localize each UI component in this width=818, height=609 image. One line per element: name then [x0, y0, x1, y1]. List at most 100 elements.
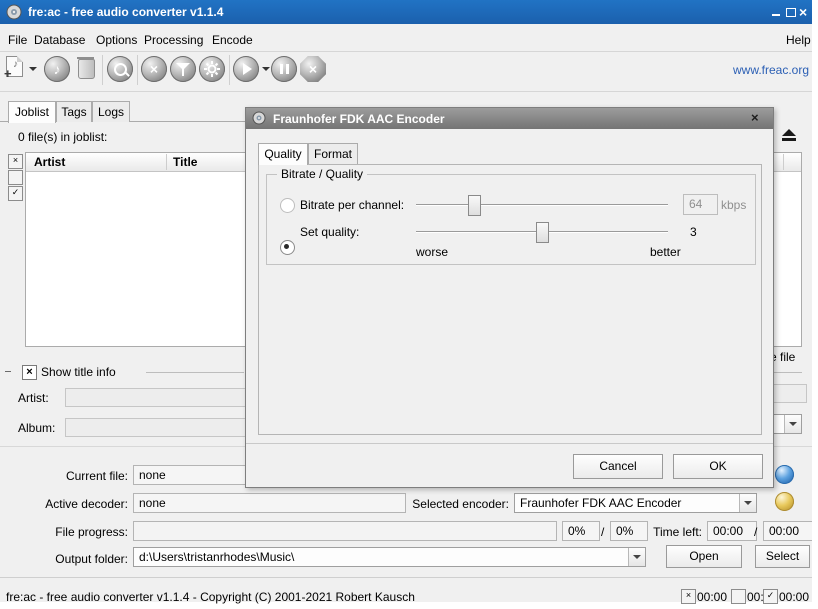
current-file-label: Current file:	[40, 469, 128, 483]
add-files-button[interactable]: + ♪	[6, 56, 23, 77]
bitrate-value-input[interactable]: 64	[683, 194, 718, 215]
select-all-button[interactable]: ×	[8, 154, 23, 169]
selected-encoder-combobox[interactable]: Fraunhofer FDK AAC Encoder	[514, 493, 757, 513]
toolbar-separator	[102, 55, 103, 85]
clear-joblist-button[interactable]	[78, 59, 95, 79]
group-title: Bitrate / Quality	[277, 167, 367, 181]
collapse-dash	[5, 371, 11, 372]
trash-icon	[78, 59, 95, 79]
start-encoding-dropdown-icon[interactable]	[262, 67, 270, 71]
restore-icon[interactable]	[786, 8, 796, 17]
ok-button[interactable]: OK	[673, 454, 763, 479]
eject-icon	[782, 129, 796, 136]
right-combo-fragment[interactable]	[770, 414, 802, 434]
output-folder-combobox[interactable]: d:\Users\tristanrhodes\Music\	[133, 547, 646, 567]
dialog-title-bar: Fraunhofer FDK AAC Encoder ×	[246, 108, 773, 129]
tab-tags[interactable]: Tags	[56, 101, 92, 122]
dialog-close-icon[interactable]: ×	[751, 110, 759, 125]
quality-slider[interactable]	[416, 222, 668, 241]
select-none-time-icon	[731, 589, 746, 604]
column-artist[interactable]: Artist	[34, 153, 65, 171]
column-divider	[783, 154, 784, 170]
play-icon	[243, 63, 252, 75]
divider	[246, 443, 773, 444]
dialog-tab-quality[interactable]: Quality	[258, 143, 308, 165]
slash: /	[754, 525, 757, 539]
tools-icon: ×	[150, 62, 158, 76]
set-quality-label: Set quality:	[300, 225, 359, 239]
select-all-time-icon: ×	[681, 589, 696, 604]
configuration-button[interactable]	[199, 56, 225, 82]
file-progress-bar	[133, 521, 557, 541]
open-button[interactable]: Open	[666, 545, 742, 568]
tab-joblist[interactable]: Joblist	[8, 101, 56, 123]
window-title: fre:ac - free audio converter v1.1.4	[28, 0, 223, 24]
time-left-a: 00:00	[707, 521, 757, 541]
select-none-button[interactable]	[8, 170, 23, 185]
menu-options[interactable]: Options	[94, 31, 139, 49]
toggle-selection-time-icon: ✓	[763, 589, 778, 604]
menu-processing[interactable]: Processing	[142, 31, 205, 49]
select-button[interactable]: Select	[755, 545, 810, 568]
quality-value: 3	[690, 225, 697, 239]
right-field-fragment[interactable]	[770, 384, 807, 403]
column-title[interactable]: Title	[173, 153, 197, 171]
divider	[0, 91, 812, 92]
set-quality-radio[interactable]	[280, 240, 295, 255]
menu-file[interactable]: File	[6, 31, 29, 49]
tab-logs[interactable]: Logs	[92, 101, 130, 122]
output-folder-value: d:\Users\tristanrhodes\Music\	[139, 550, 294, 564]
bitrate-unit: kbps	[721, 198, 746, 212]
output-folder-label: Output folder:	[40, 552, 128, 566]
funnel-icon	[176, 63, 190, 76]
selected-encoder-label: Selected encoder:	[405, 497, 509, 511]
add-files-dropdown-icon[interactable]	[29, 67, 37, 71]
general-settings-button[interactable]: ×	[141, 56, 167, 82]
scale-worse-label: worse	[416, 245, 476, 259]
encoder-dropdown-icon[interactable]	[739, 494, 756, 512]
menu-encode[interactable]: Encode	[210, 31, 255, 49]
menu-database[interactable]: Database	[32, 31, 87, 49]
magnifier-icon	[114, 63, 127, 76]
show-title-info-checkbox[interactable]: ×	[22, 365, 37, 380]
freac-window: fre:ac - free audio converter v1.1.4 × F…	[0, 0, 818, 609]
time-left-label: Time left:	[640, 525, 702, 539]
toggle-selection-time: 00:00	[779, 590, 809, 604]
file-progress-label: File progress:	[40, 525, 128, 539]
toolbar-separator	[137, 55, 138, 85]
cancel-button[interactable]: Cancel	[573, 454, 663, 479]
configure-encoder-icon[interactable]	[775, 492, 794, 511]
title-bar: fre:ac - free audio converter v1.1.4 ×	[0, 0, 812, 24]
divider	[146, 372, 244, 373]
eject-button[interactable]	[780, 129, 798, 145]
pause-icon	[280, 64, 289, 74]
info-orb-icon[interactable]	[775, 465, 794, 484]
bitrate-label: Bitrate per channel:	[300, 198, 404, 212]
music-note-icon: ♪	[54, 62, 61, 76]
close-icon[interactable]: ×	[799, 0, 807, 24]
start-encoding-button[interactable]	[233, 56, 259, 82]
dialog-title: Fraunhofer FDK AAC Encoder	[273, 107, 445, 131]
selected-encoder-value: Fraunhofer FDK AAC Encoder	[520, 496, 681, 510]
show-title-info-label: Show title info	[41, 365, 116, 379]
minimize-icon[interactable]	[772, 14, 780, 16]
output-folder-dropdown-icon[interactable]	[628, 548, 645, 566]
gear-icon	[204, 61, 220, 77]
artist-label: Artist:	[18, 391, 49, 405]
website-link[interactable]: www.freac.org	[733, 63, 809, 77]
toggle-selection-button[interactable]: ✓	[8, 186, 23, 201]
progress-percent-a: 0%	[562, 521, 600, 541]
active-decoder-label: Active decoder:	[24, 497, 128, 511]
bitrate-radio[interactable]	[280, 198, 295, 213]
combo-arrow-icon[interactable]	[784, 415, 801, 433]
dialog-tab-format[interactable]: Format	[308, 143, 358, 164]
quality-slider-thumb[interactable]	[536, 222, 549, 243]
add-audio-cd-button[interactable]: ♪	[44, 56, 70, 82]
bitrate-slider[interactable]	[416, 195, 668, 214]
menu-help[interactable]: Help	[784, 31, 813, 49]
pause-encoding-button[interactable]	[271, 56, 297, 82]
signal-processing-button[interactable]	[170, 56, 196, 82]
cddb-query-button[interactable]	[107, 56, 133, 82]
bitrate-slider-thumb[interactable]	[468, 195, 481, 216]
scale-better-label: better	[650, 245, 710, 259]
